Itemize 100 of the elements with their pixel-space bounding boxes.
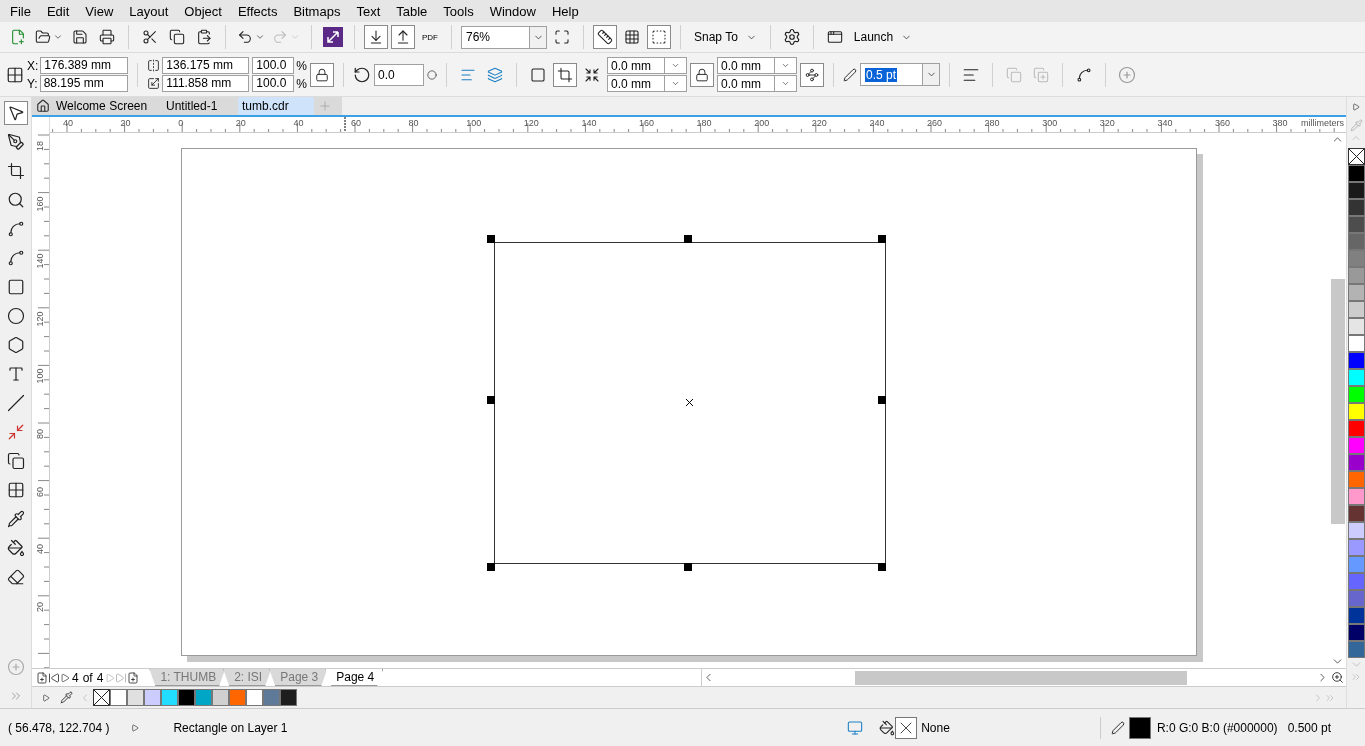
color-swatch[interactable] — [212, 689, 229, 706]
color-swatch[interactable] — [161, 689, 178, 706]
color-swatch[interactable] — [1347, 607, 1365, 624]
menu-item[interactable]: Bitmaps — [285, 3, 349, 19]
color-swatch[interactable] — [1347, 165, 1365, 182]
color-swatch[interactable] — [110, 689, 127, 706]
expand-icon[interactable] — [131, 723, 140, 732]
caret-icon[interactable] — [53, 32, 63, 42]
menu-item[interactable]: File — [2, 3, 39, 19]
connect-icon[interactable] — [323, 27, 343, 47]
selection-handle[interactable] — [878, 235, 886, 243]
bounding-box-icon[interactable] — [6, 65, 24, 84]
home-icon[interactable] — [36, 99, 50, 113]
caret-icon[interactable] — [255, 32, 265, 42]
pdf-button[interactable]: PDF — [418, 25, 442, 49]
fill-tool-icon[interactable] — [6, 539, 25, 557]
scrollbar-thumb[interactable] — [855, 670, 1187, 685]
monitor-icon[interactable] — [847, 719, 864, 736]
launch-button[interactable]: Launch — [849, 25, 917, 49]
x-position-field[interactable]: 176.389 mm — [40, 57, 129, 74]
menu-item[interactable]: Tools — [435, 3, 482, 19]
color-swatch[interactable] — [1347, 590, 1365, 607]
selection-handle[interactable] — [487, 235, 495, 243]
ellipse-tool-icon[interactable] — [6, 307, 25, 325]
color-swatch[interactable] — [1347, 199, 1365, 216]
transparency-tool-icon[interactable] — [6, 481, 25, 499]
corner-radius-field[interactable]: 0.0 mm — [607, 57, 687, 74]
color-swatch[interactable] — [1347, 488, 1365, 505]
export-icon[interactable] — [395, 29, 411, 45]
selection-handle[interactable] — [487, 396, 495, 404]
first-page-icon[interactable] — [48, 671, 60, 684]
undo-icon[interactable] — [237, 29, 253, 45]
color-swatch[interactable] — [1347, 250, 1365, 267]
eyedropper-icon[interactable] — [60, 691, 73, 704]
menu-item[interactable]: Layout — [121, 3, 177, 19]
color-swatch[interactable] — [1347, 386, 1365, 403]
snap-to-button[interactable]: Snap To — [690, 25, 761, 49]
pick-tool-icon[interactable] — [6, 104, 25, 122]
palette-menu-icon[interactable] — [1352, 103, 1360, 111]
rotation-field[interactable]: 0.0 — [374, 63, 424, 86]
color-swatch[interactable] — [246, 689, 263, 706]
dimension-tool-icon[interactable] — [6, 394, 25, 412]
color-swatch[interactable] — [280, 689, 297, 706]
color-swatch[interactable] — [263, 689, 280, 706]
selection-handle[interactable] — [684, 563, 692, 571]
page-tab[interactable]: Page 4 — [325, 669, 384, 686]
settings-icon[interactable] — [782, 28, 801, 46]
color-swatch[interactable] — [1347, 556, 1365, 573]
color-swatch[interactable] — [1347, 471, 1365, 488]
scale-y-field[interactable]: 100.0 — [252, 75, 295, 92]
color-swatch[interactable] — [1347, 335, 1365, 352]
full-screen-icon[interactable] — [554, 29, 570, 45]
previous-page-icon[interactable] — [60, 672, 70, 683]
width-field[interactable]: 136.175 mm — [162, 57, 250, 74]
zoom-icon[interactable] — [1331, 671, 1344, 684]
zoom-level-dropdown[interactable]: 76% — [461, 25, 547, 49]
cut-icon[interactable] — [142, 29, 158, 45]
color-swatch[interactable] — [1347, 420, 1365, 437]
color-swatch[interactable] — [1347, 216, 1365, 233]
color-swatch[interactable] — [1347, 369, 1365, 386]
color-swatch[interactable] — [1347, 573, 1365, 590]
color-swatch[interactable] — [1347, 539, 1365, 556]
copy-icon[interactable] — [169, 29, 185, 45]
menu-item[interactable]: Help — [543, 3, 587, 19]
outline-width-dropdown[interactable]: 0.5 pt — [860, 63, 940, 86]
pen-nib-icon[interactable] — [1110, 720, 1125, 735]
no-color-swatch[interactable] — [93, 689, 110, 706]
add-page-icon[interactable] — [36, 671, 48, 684]
corner-radius-field[interactable]: 0.0 mm — [607, 75, 687, 92]
document-tab[interactable]: Welcome Screen — [32, 97, 162, 115]
guidelines-icon[interactable] — [651, 29, 667, 45]
color-swatch[interactable] — [1347, 352, 1365, 369]
polygon-tool-icon[interactable] — [6, 336, 25, 354]
selection-handle[interactable] — [878, 396, 886, 404]
shadow-tool-icon[interactable] — [6, 452, 25, 470]
scale-x-field[interactable]: 100.0 — [252, 57, 295, 74]
color-swatch[interactable] — [1347, 267, 1365, 284]
add-page-icon[interactable] — [127, 671, 140, 684]
color-swatch[interactable] — [1347, 505, 1365, 522]
color-swatch[interactable] — [1347, 454, 1365, 471]
ruler-icon[interactable] — [597, 29, 613, 45]
menu-item[interactable]: Object — [176, 3, 230, 19]
zoom-tool-icon[interactable] — [6, 191, 25, 209]
color-swatch[interactable] — [1347, 522, 1365, 539]
eyedropper-tool-icon[interactable] — [6, 510, 25, 528]
pen-nib-icon[interactable] — [843, 67, 857, 82]
new-document-icon[interactable] — [10, 29, 26, 45]
degree-icon[interactable] — [427, 69, 437, 80]
color-swatch[interactable] — [178, 689, 195, 706]
document-tab[interactable]: Untitled-1 — [162, 97, 238, 115]
menu-item[interactable]: Text — [348, 3, 389, 19]
selection-handle[interactable] — [878, 563, 886, 571]
import-icon[interactable] — [368, 29, 384, 45]
color-swatch[interactable] — [1347, 437, 1365, 454]
palette-menu-icon[interactable] — [42, 693, 50, 702]
corner-radius-field[interactable]: 0.0 mm — [717, 75, 797, 92]
scrollbar-thumb[interactable] — [1330, 279, 1345, 524]
color-swatch[interactable] — [1347, 641, 1365, 658]
print-icon[interactable] — [99, 29, 115, 45]
color-swatch[interactable] — [144, 689, 161, 706]
